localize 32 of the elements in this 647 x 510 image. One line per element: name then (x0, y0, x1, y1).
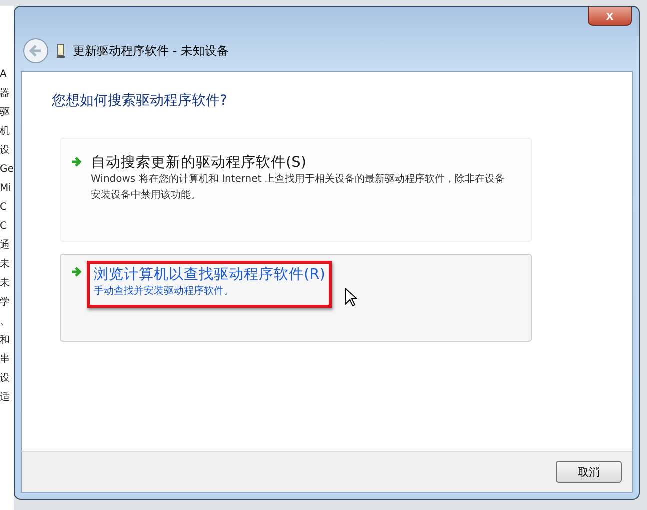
option-link[interactable]: 浏览计算机以查找驱动程序软件(R) 手动查找并安装驱动程序软件。 (60, 254, 532, 342)
window-text-fragment: 通 (0, 238, 11, 253)
window-title: 更新驱动程序软件 - 未知设备 (73, 42, 229, 60)
window-text-fragment: C (0, 201, 8, 215)
back-icon[interactable] (23, 38, 49, 64)
window-text-fragment: Mi (0, 182, 12, 196)
window-text-fragment: 和 (0, 334, 11, 348)
option-description: Windows 将在您的计算机和 Internet 上查找用于相关设备的最新驱动程序软件，除非在设备安装设备中禁用该功能。 (91, 172, 506, 203)
option-description: 手动查找并安装驱动程序软件。 (94, 284, 235, 299)
option-title: 自动搜索更新的驱动程序软件(S) (91, 154, 308, 172)
window-text-fragment: 未 (0, 258, 11, 272)
window-text-fragment: 、 (0, 315, 11, 329)
window-text-fragment: Ge (0, 163, 14, 177)
window-text-fragment: 适 (0, 390, 11, 405)
window-text-fragment: C (0, 220, 8, 234)
window-text-fragment: 器 (0, 87, 11, 101)
device-icon (57, 44, 65, 58)
mouse-cursor-icon (345, 288, 357, 307)
arrow-icon (71, 266, 83, 278)
window-text-fragment: 学 (0, 296, 11, 310)
window-text-fragment: 串 (0, 352, 11, 367)
option-title: 浏览计算机以查找驱动程序软件(R) (94, 266, 326, 284)
dialog-heading: 您想如何搜索驱动程序软件? (52, 92, 228, 110)
option-link[interactable]: 自动搜索更新的驱动程序软件(S) Windows 将在您的计算机和 Internet 上查找用于相关设备的最新驱动程序软件，除非在设备安装设备中禁用该功能。 (60, 138, 532, 242)
arrow-icon (71, 156, 83, 168)
window-text-fragment: 驱 (0, 106, 11, 120)
window-text-fragment: 设 (0, 372, 11, 386)
window-text-fragment: 未 (0, 276, 11, 291)
window-text-fragment: A (0, 68, 8, 82)
cancel-button[interactable]: 取消 (556, 461, 622, 483)
window-text-fragment: 机 (0, 124, 11, 139)
window-text-fragment: 设 (0, 144, 11, 158)
